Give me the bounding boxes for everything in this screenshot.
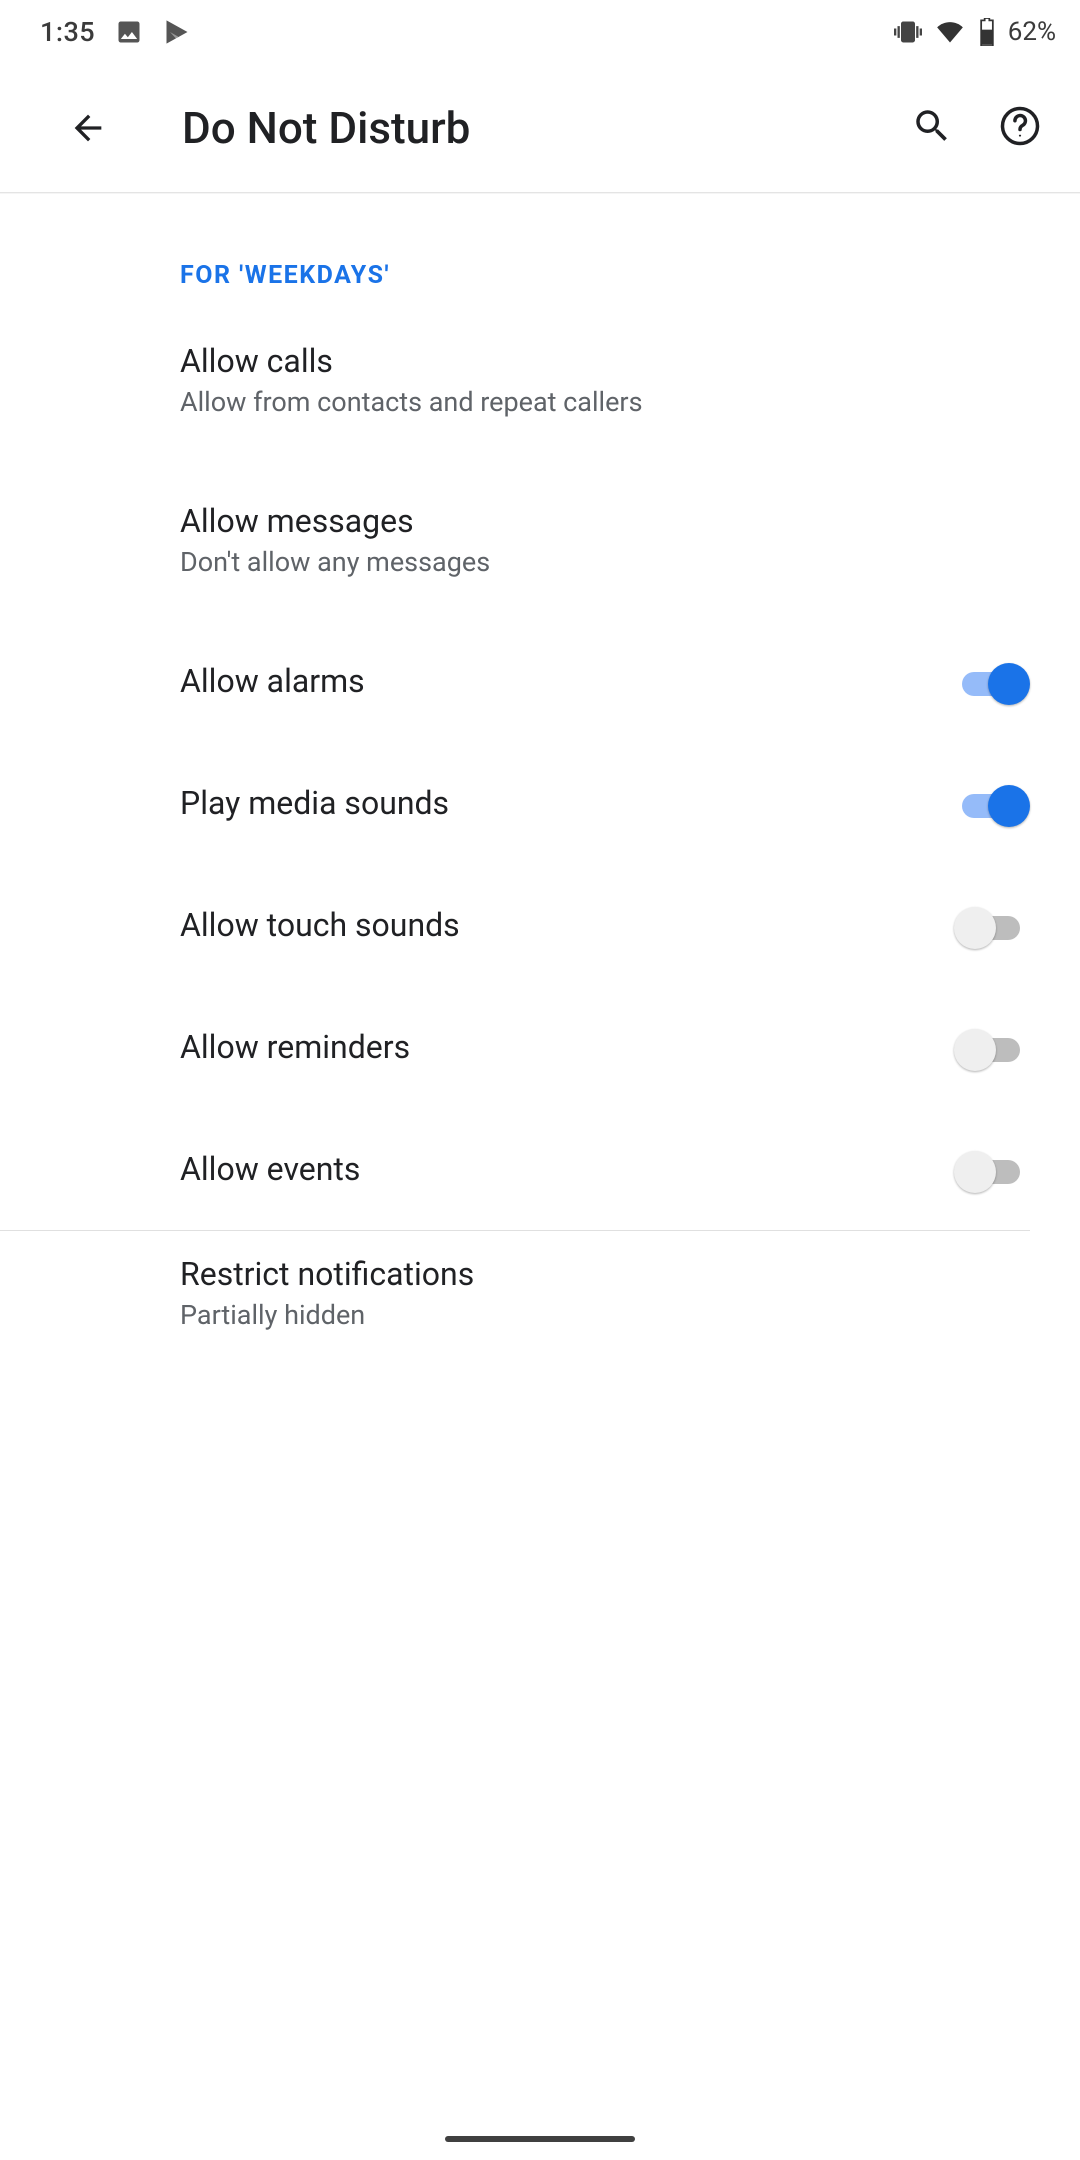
pref-title: Allow calls <box>180 342 1030 380</box>
pref-summary: Allow from contacts and repeat callers <box>180 386 1030 418</box>
pref-summary: Don't allow any messages <box>180 546 1030 578</box>
photo-icon <box>115 18 143 46</box>
wifi-icon <box>934 18 966 46</box>
battery-icon <box>978 18 996 46</box>
app-bar: Do Not Disturb <box>0 64 1080 192</box>
pref-title: Restrict notifications <box>180 1255 1030 1293</box>
settings-list: FOR 'WEEKDAYS' Allow calls Allow from co… <box>0 193 1080 1361</box>
status-right: 62% <box>894 17 1056 47</box>
play-store-icon <box>163 18 191 46</box>
pref-title: Play media sounds <box>180 784 954 822</box>
battery-percent: 62% <box>1008 17 1056 47</box>
status-left: 1:35 <box>40 16 191 48</box>
search-button[interactable] <box>896 92 968 164</box>
pref-summary: Partially hidden <box>180 1299 1030 1331</box>
pref-allow-events[interactable]: Allow events <box>180 1108 1030 1230</box>
pref-allow-touch-sounds[interactable]: Allow touch sounds <box>180 864 1030 986</box>
pref-title: Allow alarms <box>180 662 954 700</box>
pref-title: Allow touch sounds <box>180 906 954 944</box>
switch-play-media-sounds[interactable] <box>954 778 1030 828</box>
vibrate-icon <box>894 18 922 46</box>
page-title: Do Not Disturb <box>182 102 470 154</box>
help-button[interactable] <box>984 92 1056 164</box>
pref-title: Allow reminders <box>180 1028 954 1066</box>
gesture-nav-indicator[interactable] <box>445 2136 635 2142</box>
pref-title: Allow events <box>180 1150 954 1188</box>
switch-allow-reminders[interactable] <box>954 1022 1030 1072</box>
back-button[interactable] <box>52 92 124 164</box>
switch-allow-touch-sounds[interactable] <box>954 900 1030 950</box>
search-icon <box>911 105 953 151</box>
pref-play-media-sounds[interactable]: Play media sounds <box>180 742 1030 864</box>
pref-allow-reminders[interactable]: Allow reminders <box>180 986 1030 1108</box>
status-bar: 1:35 62% <box>0 0 1080 64</box>
switch-allow-events[interactable] <box>954 1144 1030 1194</box>
section-label: FOR 'WEEKDAYS' <box>180 193 1030 300</box>
help-icon <box>999 105 1041 151</box>
pref-allow-calls[interactable]: Allow calls Allow from contacts and repe… <box>180 300 1030 460</box>
pref-restrict-notifications[interactable]: Restrict notifications Partially hidden <box>180 1231 1030 1361</box>
pref-allow-alarms[interactable]: Allow alarms <box>180 620 1030 742</box>
status-time: 1:35 <box>40 16 95 48</box>
switch-allow-alarms[interactable] <box>954 656 1030 706</box>
pref-title: Allow messages <box>180 502 1030 540</box>
pref-allow-messages[interactable]: Allow messages Don't allow any messages <box>180 460 1030 620</box>
